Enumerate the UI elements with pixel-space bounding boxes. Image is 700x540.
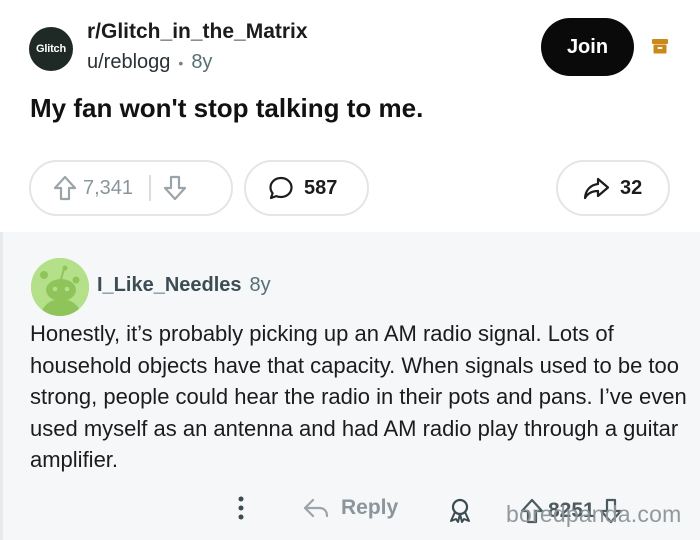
reply-button[interactable]: Reply bbox=[301, 496, 398, 520]
subreddit-avatar-text: Glitch bbox=[36, 43, 66, 55]
comment-thread-rail bbox=[0, 232, 3, 540]
post-title[interactable]: My fan won't stop talking to me. bbox=[30, 93, 423, 124]
award-button[interactable] bbox=[446, 497, 474, 523]
share-count: 32 bbox=[620, 176, 643, 199]
award-icon bbox=[450, 498, 470, 523]
comment-author: I_Like_Needles 8y bbox=[97, 274, 271, 297]
comment-age: 8y bbox=[249, 274, 271, 296]
downvote-icon[interactable] bbox=[163, 175, 187, 201]
comment-card: I_Like_Needles 8y Honestly, it’s probabl… bbox=[0, 232, 700, 540]
post-card: Glitch r/Glitch_in_the_Matrix u/reblogg … bbox=[0, 0, 700, 232]
post-vote-count: 7,341 bbox=[83, 176, 134, 199]
more-options-button[interactable] bbox=[235, 494, 247, 522]
post-meta: u/reblogg • 8y bbox=[87, 51, 212, 74]
vote-divider bbox=[149, 175, 152, 201]
post-author[interactable]: u/reblogg bbox=[87, 51, 170, 74]
comments-button[interactable]: 587 bbox=[244, 160, 369, 216]
comment-body: Honestly, it’s probably picking up an AM… bbox=[30, 321, 687, 473]
join-button[interactable]: Join bbox=[541, 18, 634, 76]
reply-label: Reply bbox=[341, 496, 399, 519]
subreddit-name[interactable]: r/Glitch_in_the_Matrix bbox=[87, 20, 308, 44]
archive-icon bbox=[652, 39, 668, 54]
more-options-icon bbox=[238, 496, 244, 520]
upvote-icon[interactable] bbox=[53, 175, 77, 201]
comment-username[interactable]: I_Like_Needles bbox=[97, 274, 242, 297]
user-avatar[interactable] bbox=[31, 258, 89, 316]
subreddit-avatar[interactable]: Glitch bbox=[29, 27, 73, 71]
share-button[interactable]: 32 bbox=[556, 160, 670, 216]
post-age: 8y bbox=[191, 51, 213, 73]
reply-arrow-icon bbox=[303, 498, 329, 518]
watermark: boredpanda.com bbox=[506, 501, 682, 527]
comments-count: 587 bbox=[304, 176, 338, 199]
post-vote-bar: 7,341 bbox=[29, 160, 233, 216]
share-icon bbox=[583, 177, 610, 200]
comment-icon bbox=[269, 176, 293, 200]
meta-separator: • bbox=[178, 54, 184, 71]
